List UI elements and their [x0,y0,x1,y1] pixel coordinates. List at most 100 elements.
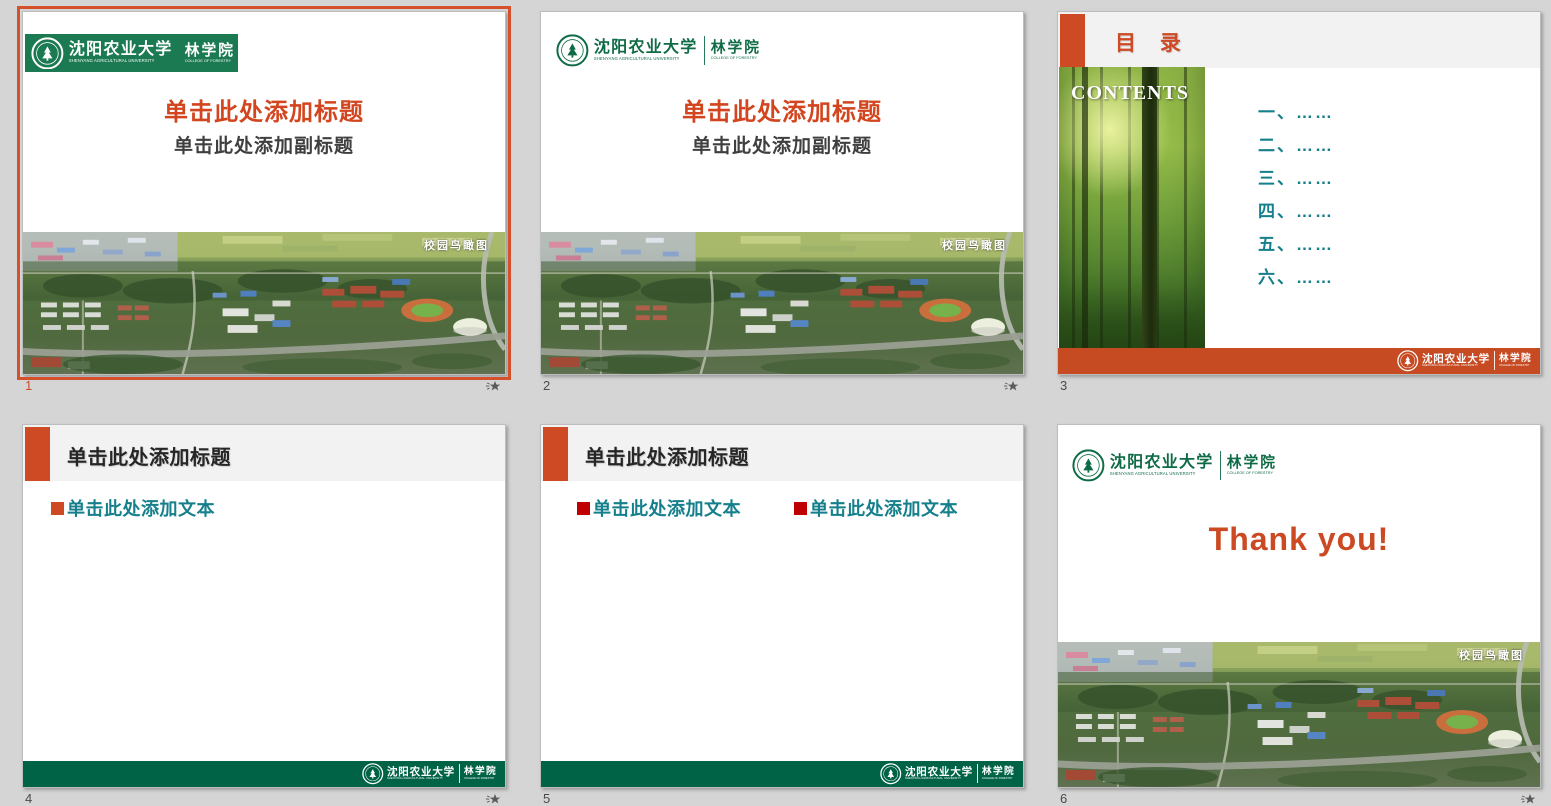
photo-caption: 校园鸟瞰图 [1459,647,1524,663]
slide-thumbnail-3[interactable]: 目 录 CONTENTS 一、…… 二、…… 三、…… 四、…… 五、…… 六、… [1057,11,1541,375]
college-name-block: 林学院 COLLEGE OF FORESTRY [982,767,1015,780]
university-name-block: 沈阳农业大学 SHENYANG AGRICULTURAL UNIVERSITY [387,767,455,781]
toc-item-3: 三、…… [1258,164,1334,197]
logo-divider [977,764,978,783]
college-name-en: COLLEGE OF FORESTRY [982,778,1015,781]
university-seal-icon [1397,350,1419,372]
college-name-block: 林学院 COLLEGE OF FORESTRY [711,40,761,60]
slide4-title: 单击此处添加标题 [67,441,231,470]
logo-divider [1220,451,1221,480]
slide-meta-1: 1 [22,378,504,396]
university-name-cn: 沈阳农业大学 [1110,455,1214,472]
slide-meta-5: 5 [540,791,1022,806]
slide-thumbnail-2[interactable]: 沈阳农业大学 SHENYANG AGRICULTURAL UNIVERSITY … [540,11,1024,375]
college-name-block: 林学院 COLLEGE OF FORESTRY [185,43,235,63]
college-name-block: 林学院 COLLEGE OF FORESTRY [464,767,497,780]
college-name-en: COLLEGE OF FORESTRY [464,778,497,781]
campus-photo: 校园鸟瞰图 [1058,642,1540,787]
photo-caption: 校园鸟瞰图 [942,237,1007,253]
college-name-en: COLLEGE OF FORESTRY [1499,365,1532,368]
slide4-bullet: 单击此处添加文本 [51,495,215,521]
slide-number-1: 1 [25,378,32,393]
slide-number-2: 2 [543,378,550,393]
university-name-block: 沈阳农业大学 SHENYANG AGRICULTURAL UNIVERSITY [905,767,973,781]
university-banner-logo: 沈阳农业大学 SHENYANG AGRICULTURAL UNIVERSITY … [25,34,238,72]
slide-meta-3: 3 [1057,378,1539,396]
slide-cell-1: 沈阳农业大学 SHENYANG AGRICULTURAL UNIVERSITY … [22,11,504,403]
campus-aerial-photo-art [1058,642,1540,787]
bullet-text: 单击此处添加文本 [810,499,958,519]
university-name-block: 沈阳农业大学 SHENYANG AGRICULTURAL UNIVERSITY [594,40,698,61]
bullet-square-icon [51,502,64,515]
university-name-block: 沈阳农业大学 SHENYANG AGRICULTURAL UNIVERSITY [1110,455,1214,476]
bullet-text: 单击此处添加文本 [67,499,215,519]
university-seal-icon [362,763,384,785]
university-name-en: SHENYANG AGRICULTURAL UNIVERSITY [387,778,455,781]
slide-number-5: 5 [543,791,550,806]
university-name-en: SHENYANG AGRICULTURAL UNIVERSITY [1110,472,1214,476]
slide-thumbnail-5[interactable]: 单击此处添加标题 单击此处添加文本 单击此处添加文本 沈阳农业大学 SHENYA… [540,424,1024,788]
slide-cell-2: 沈阳农业大学 SHENYANG AGRICULTURAL UNIVERSITY … [540,11,1022,403]
header-accent-square [25,427,50,481]
logo-divider [704,36,705,65]
toc-header: 目 录 [1115,27,1190,57]
campus-photo: 校园鸟瞰图 [541,232,1023,374]
college-name-en: COLLEGE OF FORESTRY [1227,471,1277,475]
logo-divider [459,764,460,783]
slide-cell-4: 单击此处添加标题 单击此处添加文本 沈阳农业大学 SHENYANG AGRICU… [22,424,504,806]
slide2-title: 单击此处添加标题 [541,92,1023,127]
university-name-block: 沈阳农业大学 SHENYANG AGRICULTURAL UNIVERSITY [69,42,173,63]
campus-aerial-photo-art [541,232,1023,374]
toc-list: 一、…… 二、…… 三、…… 四、…… 五、…… 六、…… [1258,98,1334,296]
college-name-block: 林学院 COLLEGE OF FORESTRY [1499,354,1532,367]
transition-star-icon [485,793,501,805]
transition-star-icon [485,380,501,392]
slide-thumbnail-6[interactable]: 沈阳农业大学 SHENYANG AGRICULTURAL UNIVERSITY … [1057,424,1541,788]
university-name-en: SHENYANG AGRICULTURAL UNIVERSITY [1422,365,1490,368]
university-logo: 沈阳农业大学 SHENYANG AGRICULTURAL UNIVERSITY … [1072,449,1277,482]
slide-cell-3: 目 录 CONTENTS 一、…… 二、…… 三、…… 四、…… 五、…… 六、… [1057,11,1539,403]
slide-meta-6: 6 [1057,791,1539,806]
college-name-block: 林学院 COLLEGE OF FORESTRY [1227,455,1277,475]
university-name-block: 沈阳农业大学 SHENYANG AGRICULTURAL UNIVERSITY [1422,354,1490,368]
university-name-en: SHENYANG AGRICULTURAL UNIVERSITY [69,59,173,63]
slide5-bullet-2: 单击此处添加文本 [794,495,958,521]
footer-bar-orange: 沈阳农业大学 SHENYANG AGRICULTURAL UNIVERSITY … [1058,348,1540,374]
footer-bar-green: 沈阳农业大学 SHENYANG AGRICULTURAL UNIVERSITY … [541,761,1023,787]
college-name-cn: 林学院 [711,40,761,56]
university-logo: 沈阳农业大学 SHENYANG AGRICULTURAL UNIVERSITY … [556,34,761,67]
college-name-en: COLLEGE OF FORESTRY [711,56,761,60]
slide5-title: 单击此处添加标题 [585,441,749,470]
photo-caption: 校园鸟瞰图 [424,237,489,253]
slide-thumbnail-4[interactable]: 单击此处添加标题 单击此处添加文本 沈阳农业大学 SHENYANG AGRICU… [22,424,506,788]
university-name-cn: 沈阳农业大学 [69,42,173,59]
header-accent-square [1060,14,1085,68]
slide-number-4: 4 [25,791,32,806]
transition-star-icon [1520,793,1536,805]
toc-item-6: 六、…… [1258,263,1334,296]
college-name-cn: 林学院 [1227,455,1277,471]
contents-label: CONTENTS [1071,82,1189,105]
slide-cell-6: 沈阳农业大学 SHENYANG AGRICULTURAL UNIVERSITY … [1057,424,1539,806]
bullet-square-icon [794,502,807,515]
slide1-subtitle: 单击此处添加副标题 [23,131,505,158]
college-name-en: COLLEGE OF FORESTRY [185,59,235,63]
college-name-cn: 林学院 [185,43,235,59]
footer-logo: 沈阳农业大学 SHENYANG AGRICULTURAL UNIVERSITY … [880,763,1015,785]
slide-number-6: 6 [1060,791,1067,806]
university-seal-icon [556,34,589,67]
university-name-en: SHENYANG AGRICULTURAL UNIVERSITY [594,57,698,61]
slide-cell-5: 单击此处添加标题 单击此处添加文本 单击此处添加文本 沈阳农业大学 SHENYA… [540,424,1022,806]
slide-number-3: 3 [1060,378,1067,393]
footer-logo: 沈阳农业大学 SHENYANG AGRICULTURAL UNIVERSITY … [362,763,497,785]
footer-logo: 沈阳农业大学 SHENYANG AGRICULTURAL UNIVERSITY … [1397,350,1532,372]
header-accent-square [543,427,568,481]
university-seal-icon [31,37,64,70]
bullet-square-icon [577,502,590,515]
university-seal-icon [880,763,902,785]
bullet-text: 单击此处添加文本 [593,499,741,519]
university-seal-icon [1072,449,1105,482]
slide-thumbnail-1[interactable]: 沈阳农业大学 SHENYANG AGRICULTURAL UNIVERSITY … [22,11,506,375]
footer-bar-green: 沈阳农业大学 SHENYANG AGRICULTURAL UNIVERSITY … [23,761,505,787]
forest-photo [1059,67,1205,348]
